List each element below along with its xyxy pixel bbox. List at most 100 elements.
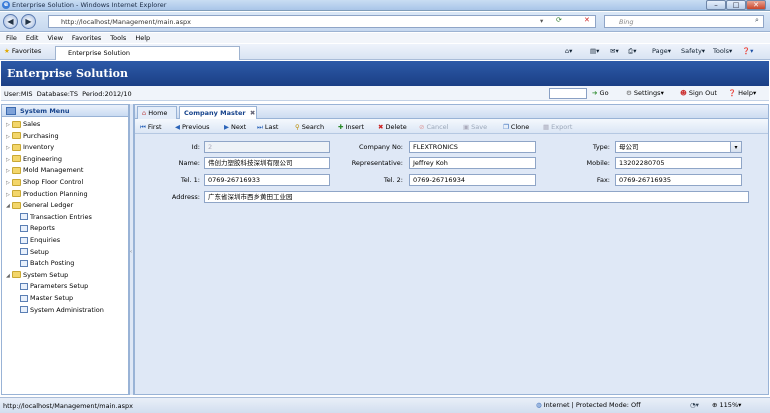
sidebar-item-label: Shop Floor Control	[23, 178, 84, 186]
id-field[interactable]: 2	[204, 141, 330, 153]
tel2-field[interactable]: 0769-26716934	[409, 174, 536, 186]
forward-button[interactable]: ▶	[21, 14, 36, 29]
help-icon[interactable]: ❓▾	[742, 47, 753, 55]
folder-icon	[12, 166, 21, 174]
settings-button[interactable]: ⚙ Settings▾	[626, 89, 664, 97]
first-button[interactable]: ⏮ First	[140, 123, 162, 132]
type-select[interactable]: 母公司 ▾	[615, 141, 742, 153]
window-title: Enterprise Solution - Windows Internet E…	[12, 1, 167, 9]
previous-button[interactable]: ◀ Previous	[175, 123, 209, 131]
sidebar-item[interactable]: Transaction Entries	[20, 213, 92, 221]
sidebar-item-label: System Administration	[30, 305, 104, 314]
dropdown-icon[interactable]: ▾	[540, 17, 543, 25]
signout-button[interactable]: ☻ Sign Out	[680, 89, 717, 97]
mobile-label: Mobile:	[586, 159, 610, 167]
sidebar-item[interactable]: ◢ System Setup	[6, 271, 68, 280]
sidebar-item[interactable]: ▷ Sales	[6, 120, 40, 129]
page-menu[interactable]: Page▾	[652, 47, 671, 55]
folder-icon	[12, 190, 21, 198]
sidebar-item[interactable]: ▷ Inventory	[6, 143, 54, 152]
sidebar-item-label: Setup	[30, 247, 49, 256]
insert-label: Insert	[345, 123, 365, 131]
document-icon	[20, 259, 28, 267]
sidebar-item-label: Engineering	[23, 154, 62, 163]
zoom-label: 115%	[719, 401, 739, 409]
first-label: First	[147, 123, 162, 131]
tab-company-master[interactable]: Company Master ✖	[179, 106, 257, 119]
back-button[interactable]: ◀	[3, 14, 18, 29]
fax-field[interactable]: 0769-26716935	[615, 174, 742, 186]
sidebar-item[interactable]: ▷ Engineering	[6, 155, 62, 164]
address-input[interactable]: http://localhost/Management/main.aspx	[48, 15, 596, 28]
sidebar-item[interactable]: Batch Posting	[20, 259, 74, 267]
sidebar-item[interactable]: ▷ Purchasing	[6, 132, 59, 141]
go-button[interactable]: ➔ Go	[592, 89, 609, 97]
last-button[interactable]: ⏭ Last	[257, 123, 278, 132]
maximize-button[interactable]: □	[726, 0, 746, 10]
protected-mode-icon[interactable]: ◔▾	[690, 401, 699, 409]
export-button[interactable]: ▦ Export	[543, 123, 572, 131]
folder-icon	[12, 271, 21, 279]
menu-help[interactable]: Help	[135, 34, 150, 42]
sidebar-item[interactable]: ▷ Production Planning	[6, 190, 88, 199]
menu-tree-icon	[6, 107, 16, 115]
sidebar-item-label: Purchasing	[23, 131, 59, 140]
go-input[interactable]	[549, 88, 587, 99]
sidebar-item[interactable]: Master Setup	[20, 294, 73, 302]
security-zone[interactable]: ◍ Internet | Protected Mode: Off	[536, 401, 641, 409]
mail-icon[interactable]: ✉▾	[610, 47, 619, 55]
sidebar-item[interactable]: Reports	[20, 224, 55, 232]
close-window-button[interactable]: ✕	[746, 0, 766, 10]
collapse-arrow-icon[interactable]: ‹	[130, 249, 132, 255]
safety-menu[interactable]: Safety▾	[681, 47, 705, 55]
tools-menu[interactable]: Tools▾	[713, 47, 732, 55]
refresh-icon[interactable]: ⟳	[556, 16, 562, 24]
representative-field[interactable]: Jeffrey Koh	[409, 157, 536, 169]
sidebar-item-label: Mold Management	[23, 166, 84, 175]
help-button[interactable]: ❓ Help▾	[728, 89, 756, 97]
gear-icon: ⚙	[626, 89, 632, 97]
sidebar-item[interactable]: ▷ Shop Floor Control	[6, 178, 83, 187]
document-icon	[20, 282, 28, 290]
cancel-button[interactable]: ⊘ Cancel	[419, 123, 448, 131]
stop-icon[interactable]: ✕	[584, 16, 590, 24]
clone-button[interactable]: ❐ Clone	[503, 123, 529, 131]
tab-home[interactable]: ⌂ Home	[137, 106, 177, 119]
sidebar-item[interactable]: Setup	[20, 248, 49, 256]
browser-tab[interactable]: Enterprise Solution	[55, 46, 240, 60]
favorites-button[interactable]: ★ Favorites	[4, 47, 41, 55]
folder-icon	[12, 155, 21, 163]
chevron-down-icon[interactable]: ▾	[730, 142, 741, 152]
zoom-control[interactable]: ⊕ 115%▾	[712, 401, 741, 409]
next-button[interactable]: ▶ Next	[224, 123, 246, 131]
record-toolbar: ⏮ First ◀ Previous ▶ Next ⏭ Last ⚲ Search ✚ In…	[135, 119, 768, 134]
menu-tools[interactable]: Tools	[110, 34, 126, 42]
sidebar-item[interactable]: System Administration	[20, 306, 104, 314]
company-no-field[interactable]: FLEXTRONICS	[409, 141, 536, 153]
search-input[interactable]: Bing	[604, 15, 764, 28]
sidebar-item[interactable]: ▷ Mold Management	[6, 166, 83, 175]
menu-file[interactable]: File	[6, 34, 17, 42]
settings-label: Settings	[633, 89, 661, 97]
name-field[interactable]: 伟创力塑胶科技深圳有限公司	[204, 157, 330, 169]
close-tab-icon[interactable]: ✖	[250, 109, 255, 117]
sidebar-item[interactable]: ◢ General Ledger	[6, 201, 73, 210]
search-button[interactable]: ⚲ Search	[295, 123, 324, 131]
save-button[interactable]: ▣ Save	[463, 123, 487, 131]
menu-favorites[interactable]: Favorites	[72, 34, 101, 42]
menu-view[interactable]: View	[47, 34, 62, 42]
print-icon[interactable]: ⎙▾	[628, 47, 636, 56]
sidebar-item[interactable]: Enquiries	[20, 236, 60, 244]
address-field[interactable]: 广东省深圳市西乡黄田工业园	[204, 191, 749, 203]
insert-button[interactable]: ✚ Insert	[338, 123, 364, 131]
tel1-field[interactable]: 0769-26716933	[204, 174, 330, 186]
export-icon: ▦	[543, 123, 550, 131]
search-icon[interactable]: ⌕	[755, 16, 759, 25]
sidebar-item[interactable]: Parameters Setup	[20, 282, 88, 290]
delete-button[interactable]: ✖ Delete	[378, 123, 407, 131]
mobile-field[interactable]: 13202280705	[615, 157, 742, 169]
menu-edit[interactable]: Edit	[26, 34, 39, 42]
home-icon[interactable]: ⌂▾	[565, 47, 572, 55]
feeds-icon[interactable]: ▤▾	[590, 47, 599, 55]
minimize-button[interactable]: –	[706, 0, 726, 10]
